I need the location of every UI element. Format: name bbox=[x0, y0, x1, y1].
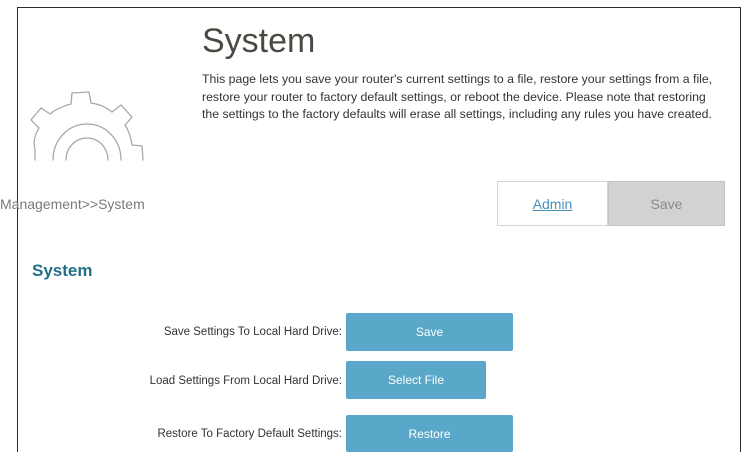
load-settings-label: Load Settings From Local Hard Drive: bbox=[149, 375, 342, 387]
save-settings-button[interactable]: Save bbox=[346, 313, 513, 351]
save-settings-label: Save Settings To Local Hard Drive: bbox=[163, 326, 342, 338]
admin-tab[interactable]: Admin bbox=[497, 181, 608, 226]
restore-button-label: Restore bbox=[408, 426, 451, 441]
select-file-button[interactable]: Select File bbox=[346, 361, 486, 399]
admin-tab-label: Admin bbox=[532, 195, 573, 212]
save-settings-button-label: Save bbox=[415, 325, 444, 339]
breadcrumb: Management>>System bbox=[0, 196, 145, 212]
select-file-button-label: Select File bbox=[387, 373, 445, 387]
restore-defaults-label: Restore To Factory Default Settings: bbox=[157, 428, 342, 440]
gear-icon bbox=[30, 91, 144, 161]
section-title: System bbox=[32, 261, 93, 280]
save-tab-button[interactable]: Save bbox=[608, 181, 725, 226]
page-description: This page lets you save your router's cu… bbox=[202, 72, 713, 121]
save-tab-label: Save bbox=[650, 195, 683, 212]
restore-button[interactable]: Restore bbox=[346, 415, 513, 452]
page-title: System bbox=[202, 22, 316, 60]
